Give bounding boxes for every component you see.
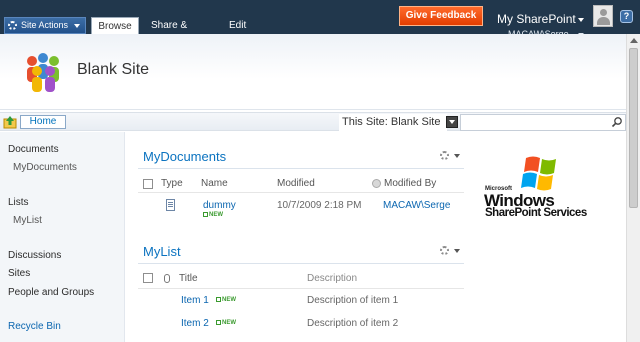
- nav-lists-heading[interactable]: Lists: [8, 197, 29, 208]
- tab-edit[interactable]: Edit: [229, 17, 249, 34]
- list-item-link[interactable]: Item 2: [181, 318, 209, 329]
- avatar-head: [600, 9, 607, 16]
- list-item-description: Description of item 2: [307, 318, 399, 329]
- avatar-body: [597, 17, 610, 25]
- header-divider: [138, 288, 464, 289]
- search-scope-dropdown-button[interactable]: [446, 116, 458, 128]
- presence-icon: [372, 179, 381, 188]
- scrollbar-thumb[interactable]: [629, 48, 638, 208]
- gear-icon: [440, 246, 449, 255]
- modified-date: 10/7/2009 2:18 PM: [277, 200, 362, 211]
- mydocuments-webpart-title[interactable]: MyDocuments: [143, 149, 226, 164]
- scroll-up-icon[interactable]: [630, 38, 638, 43]
- webpart-divider: [138, 263, 464, 264]
- tab-browse[interactable]: Browse: [91, 17, 139, 34]
- gear-icon: [440, 151, 449, 160]
- nav-recycle-bin[interactable]: Recycle Bin: [8, 321, 61, 332]
- chevron-down-icon[interactable]: [578, 18, 584, 22]
- top-navigation: Home This Site: Blank Site: [0, 112, 626, 131]
- column-header-name[interactable]: Name: [201, 178, 228, 189]
- give-feedback-button[interactable]: Give Feedback: [399, 6, 483, 26]
- site-actions-icon: [8, 21, 17, 30]
- site-actions-label: Site Actions: [21, 20, 69, 30]
- mylist-webpart-title[interactable]: MyList: [143, 244, 181, 259]
- list-item-link[interactable]: Item 1: [181, 295, 209, 306]
- column-header-modified[interactable]: Modified: [277, 178, 315, 189]
- list-item-description: Description of item 1: [307, 295, 399, 306]
- navigate-up-icon[interactable]: [3, 115, 17, 129]
- document-icon[interactable]: [166, 199, 175, 211]
- webpart-menu[interactable]: [440, 246, 462, 256]
- my-sharepoint-menu[interactable]: My SharePoint: [497, 12, 576, 26]
- document-link[interactable]: dummy: [203, 200, 236, 211]
- column-header-type[interactable]: Type: [161, 178, 183, 189]
- vertical-scrollbar[interactable]: [626, 34, 640, 342]
- nav-documents-heading[interactable]: Documents: [8, 144, 59, 155]
- select-all-checkbox[interactable]: [143, 273, 153, 283]
- modified-by-link[interactable]: MACAW\Serge: [383, 200, 450, 211]
- webpart-menu[interactable]: [440, 151, 462, 161]
- nav-item-mydocuments[interactable]: MyDocuments: [13, 162, 77, 173]
- column-header-description[interactable]: Description: [307, 273, 357, 284]
- new-badge: NEW: [216, 320, 236, 326]
- search-scope-select[interactable]: This Site: Blank Site: [339, 114, 447, 131]
- site-actions-menu[interactable]: Site Actions: [4, 17, 86, 34]
- nav-people-and-groups[interactable]: People and Groups: [8, 287, 94, 298]
- search-input[interactable]: [460, 114, 626, 131]
- attachment-icon: [164, 274, 170, 283]
- chevron-down-icon: [74, 24, 80, 28]
- new-badge: NEW: [203, 212, 223, 218]
- tab-share-and-track[interactable]: Share & Track: [151, 17, 213, 48]
- new-badge-label: NEW: [222, 320, 236, 326]
- new-badge-label: NEW: [222, 297, 236, 303]
- nav-item-mylist[interactable]: MyList: [13, 215, 42, 226]
- site-logo-icon: [27, 53, 59, 92]
- nav-discussions[interactable]: Discussions: [8, 250, 61, 261]
- new-badge: NEW: [216, 297, 236, 303]
- new-badge-label: NEW: [209, 212, 223, 218]
- help-icon[interactable]: ?: [620, 10, 633, 23]
- chevron-down-icon: [454, 249, 460, 253]
- select-all-checkbox[interactable]: [143, 179, 153, 189]
- avatar[interactable]: [593, 5, 613, 27]
- column-header-modified-by[interactable]: Modified By: [384, 178, 436, 189]
- page-title: Blank Site: [77, 61, 150, 78]
- chevron-down-icon: [454, 154, 460, 158]
- nav-sites[interactable]: Sites: [8, 268, 30, 279]
- search-icon[interactable]: [611, 116, 623, 128]
- webpart-divider: [138, 168, 464, 169]
- logo-product-text: SharePoint Services: [485, 207, 587, 219]
- home-tab[interactable]: Home: [20, 115, 66, 129]
- header-divider: [138, 192, 464, 193]
- column-header-title[interactable]: Title: [179, 273, 198, 284]
